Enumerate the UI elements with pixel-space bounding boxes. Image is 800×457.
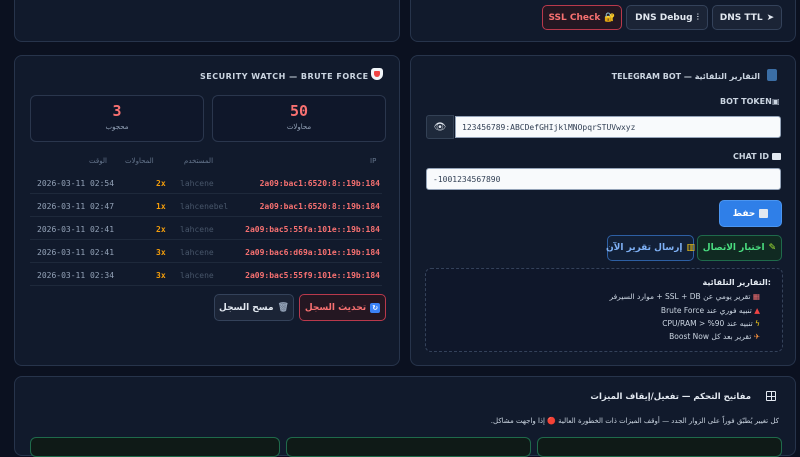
floppy-icon <box>759 209 769 218</box>
row-time: 2026-03-11 02:41 <box>37 248 115 257</box>
chart-icon: ⫶ <box>696 12 699 23</box>
column-attempts: المحاولات <box>125 157 154 165</box>
column-ip: IP <box>370 157 377 165</box>
bot-token-field[interactable]: 123456789:ABCDefGHIjklMNOpqrSTUVwxyz <box>455 116 781 138</box>
telegram-title: TELEGRAM BOT — التقارير التلقائية <box>611 72 760 81</box>
column-time: الوقت <box>89 157 107 165</box>
info-line-text: تنبيه فوري عند Brute Force <box>660 306 752 315</box>
info-line-cpu: ϟ تنبيه عند 90% < CPU/RAM <box>662 319 760 328</box>
dns-ttl-label: DNS TTL <box>719 12 763 23</box>
row-count: 3x <box>156 271 166 280</box>
test-connection-button[interactable]: اختبار الاتصال ✎ <box>697 235 782 261</box>
bot-token-value: 123456789:ABCDefGHIjklMNOpqrSTUVwxyz <box>462 122 636 132</box>
bot-token-label: BOT TOKEN <box>720 97 772 106</box>
row-time: 2026-03-11 02:41 <box>37 225 115 234</box>
chat-id-field[interactable]: -1001234567890 <box>426 168 781 190</box>
lock-icon: 🔐 <box>604 12 616 23</box>
alarm-icon: ▲ <box>754 306 760 315</box>
row-ip: 2a09:bac5:55f9:101e::19b:184 <box>245 271 380 280</box>
robot-icon: ▣ <box>772 97 780 106</box>
row-count: 1x <box>156 202 166 211</box>
attempts-value: 50 <box>289 102 309 120</box>
info-line-text: تقرير بعد كل Boost Now <box>669 332 752 341</box>
refresh-log-button[interactable]: تحديث السجل ↻ <box>299 294 386 321</box>
top-left-panel <box>14 0 400 42</box>
send-report-button[interactable]: إرسال تقرير الآن ▥ <box>606 235 695 261</box>
auto-reports-title: التقارير التلقائية: <box>702 278 771 287</box>
row-time: 2026-03-11 02:54 <box>37 179 115 188</box>
card-icon <box>772 153 781 160</box>
ssl-check-button[interactable]: SSL Check 🔐 <box>542 5 622 30</box>
trash-icon: 🗑 <box>277 302 289 313</box>
row-ip: 2a09:bac5:55fa:101e::19b:184 <box>245 225 380 234</box>
security-title: SECURITY WATCH — BRUTE FORCE <box>200 72 369 81</box>
info-line-bruteforce: ▲ تنبيه فوري عند Brute Force <box>661 306 760 315</box>
save-button[interactable]: حفظ <box>719 200 782 227</box>
table-row: 2026-03-11 02:54 2x lahcene 2a09:bac1:65… <box>30 173 382 194</box>
row-time: 2026-03-11 02:34 <box>37 271 115 280</box>
blocked-label: محجوب <box>105 123 129 131</box>
row-time: 2026-03-11 02:47 <box>37 202 115 211</box>
table-row: 2026-03-11 02:41 3x lahcene 2a09:bac6:d6… <box>30 242 382 263</box>
chat-id-label: CHAT ID <box>733 152 769 161</box>
table-row: 2026-03-11 02:41 2x lahcene 2a09:bac5:55… <box>30 219 382 240</box>
row-ip: 2a09:bac1:6520:8::19b:184 <box>259 202 380 211</box>
dns-debug-label: DNS Debug <box>635 12 693 23</box>
dns-debug-button[interactable]: DNS Debug ⫶ <box>626 5 708 30</box>
refresh-icon: ↻ <box>370 302 381 313</box>
attempts-label: محاولات <box>286 123 312 131</box>
row-user: lahcene <box>180 179 214 188</box>
phone-icon <box>767 69 777 81</box>
refresh-log-label: تحديث السجل <box>304 302 367 313</box>
ssl-check-label: SSL Check <box>548 12 601 23</box>
row-user: lahcene <box>180 248 214 257</box>
info-line-text: تقرير يومي عن SSL + DB + موارد السيرفر <box>609 292 751 301</box>
attempts-stat-card: 50 محاولات <box>212 95 386 142</box>
cursor-icon: ➤ <box>766 12 775 23</box>
row-count: 2x <box>156 225 166 234</box>
save-label: حفظ <box>732 208 756 219</box>
row-count: 3x <box>156 248 166 257</box>
send-report-label: إرسال تقرير الآن <box>606 243 683 253</box>
lightning-icon: ϟ <box>755 319 760 328</box>
chat-id-value: -1001234567890 <box>433 174 501 184</box>
shield-icon <box>371 68 383 80</box>
calendar-icon: ▦ <box>752 292 760 301</box>
row-ip: 2a09:bac1:6520:8::19b:184 <box>259 179 380 188</box>
chart-icon: ▥ <box>686 243 695 253</box>
wrench-icon: ✎ <box>768 243 777 253</box>
row-user: lahcene <box>180 271 214 280</box>
controls-title: مفاتيح التحكم — تفعيل/إيقاف الميزات <box>590 392 751 402</box>
toggle-card[interactable] <box>286 437 531 457</box>
row-count: 2x <box>156 179 166 188</box>
rocket-icon: ✈ <box>753 332 760 341</box>
test-connection-label: اختبار الاتصال <box>702 243 765 253</box>
info-line-daily: ▦ تقرير يومي عن SSL + DB + موارد السيرفر <box>609 292 760 301</box>
row-user: lahcene <box>180 225 214 234</box>
grid-icon <box>766 391 776 401</box>
toggle-card[interactable] <box>30 437 280 457</box>
clear-log-button[interactable]: مسح السجل 🗑 <box>214 294 294 321</box>
toggle-card[interactable] <box>537 437 782 457</box>
row-user: lahcenebel <box>180 202 229 211</box>
dns-ttl-button[interactable]: DNS TTL ➤ <box>712 5 782 30</box>
clear-log-label: مسح السجل <box>219 302 274 313</box>
token-visibility-toggle[interactable]: 👁 <box>426 115 454 139</box>
table-row: 2026-03-11 02:47 1x lahcenebel 2a09:bac1… <box>30 196 382 217</box>
controls-description: كل تغيير يُطبّق فوراً على الزوار الجدد —… <box>490 417 779 425</box>
top-right-panel: SSL Check 🔐 DNS Debug ⫶ DNS TTL ➤ <box>410 0 796 42</box>
column-user: المستخدم <box>184 157 214 165</box>
row-ip: 2a09:bac6:d69a:101e::19b:184 <box>245 248 380 257</box>
info-line-text: تنبيه عند 90% < CPU/RAM <box>662 319 753 328</box>
info-line-boost: ✈ تقرير بعد كل Boost Now <box>669 332 760 341</box>
eye-icon: 👁 <box>433 121 447 133</box>
blocked-value: 3 <box>112 102 122 120</box>
table-row: 2026-03-11 02:34 3x lahcene 2a09:bac5:55… <box>30 265 382 286</box>
blocked-stat-card: 3 محجوب <box>30 95 204 142</box>
